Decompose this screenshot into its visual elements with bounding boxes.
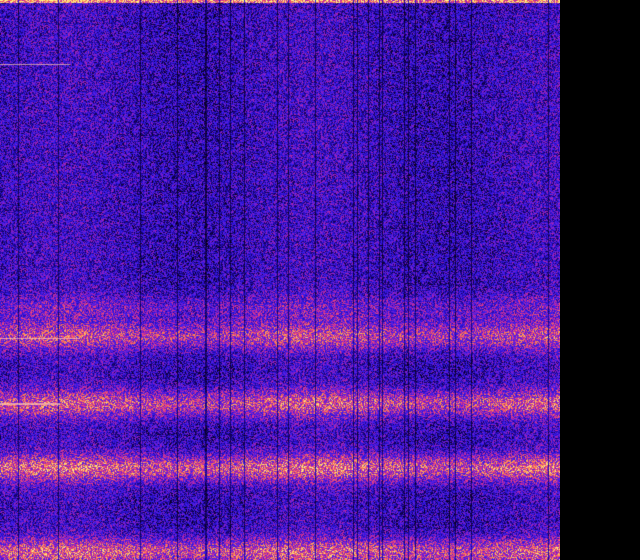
right-margin	[560, 0, 640, 560]
spectrogram-view	[0, 0, 640, 560]
spectrogram-image	[0, 0, 560, 560]
